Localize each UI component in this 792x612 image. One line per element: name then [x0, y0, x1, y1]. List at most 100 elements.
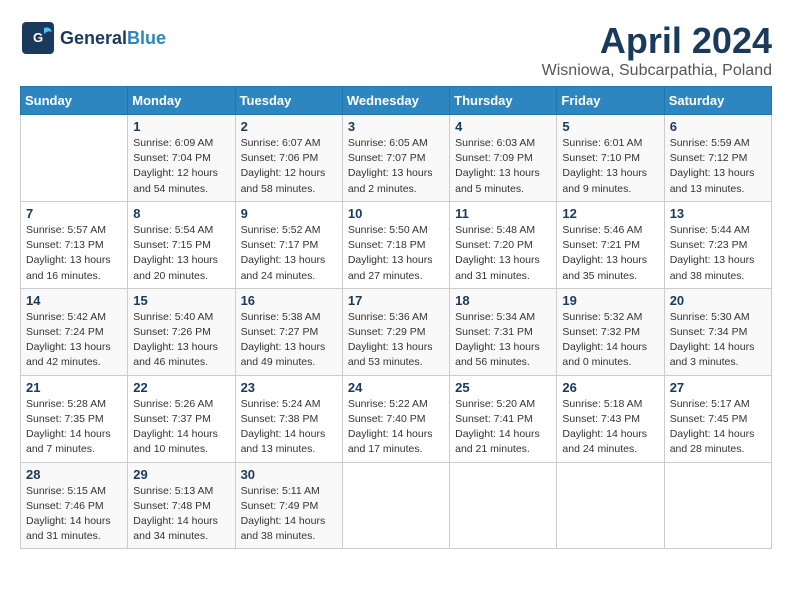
calendar-cell: 23Sunrise: 5:24 AMSunset: 7:38 PMDayligh…: [235, 375, 342, 462]
week-row-2: 7 Sunrise: 5:57 AMSunset: 7:13 PMDaylight…: [21, 201, 772, 288]
calendar-cell: 1 Sunrise: 6:09 AMSunset: 7:04 PMDaylight…: [128, 115, 235, 202]
day-number: 5: [562, 119, 658, 134]
day-number: 11: [455, 206, 551, 221]
calendar-cell: [557, 462, 664, 549]
day-info: Sunrise: 5:54 AMSunset: 7:15 PMDaylight:…: [133, 223, 229, 284]
day-number: 6: [670, 119, 766, 134]
calendar-cell: 30 Sunrise: 5:11 AMSunset: 7:49 PMDayligh…: [235, 462, 342, 549]
calendar-cell: [450, 462, 557, 549]
day-number: 15: [133, 293, 229, 308]
calendar-cell: 15 Sunrise: 5:40 AMSunset: 7:26 PMDayligh…: [128, 288, 235, 375]
calendar-cell: [21, 115, 128, 202]
day-number: 2: [241, 119, 337, 134]
day-info: Sunrise: 5:15 AMSunset: 7:46 PMDaylight:…: [26, 484, 122, 545]
calendar-cell: 27 Sunrise: 5:17 AMSunset: 7:45 PMDayligh…: [664, 375, 771, 462]
calendar-cell: 18 Sunrise: 5:34 AMSunset: 7:31 PMDayligh…: [450, 288, 557, 375]
calendar-cell: 17Sunrise: 5:36 AMSunset: 7:29 PMDayligh…: [342, 288, 449, 375]
day-number: 29: [133, 467, 229, 482]
logo: G GeneralBlue: [20, 20, 166, 56]
calendar-cell: 12 Sunrise: 5:46 AMSunset: 7:21 PMDayligh…: [557, 201, 664, 288]
day-info: Sunrise: 5:52 AMSunset: 7:17 PMDaylight:…: [241, 223, 337, 284]
day-number: 24: [348, 380, 444, 395]
day-info: Sunrise: 6:03 AMSunset: 7:09 PMDaylight:…: [455, 136, 551, 197]
day-info: Sunrise: 5:34 AMSunset: 7:31 PMDaylight:…: [455, 310, 551, 371]
day-number: 14: [26, 293, 122, 308]
day-number: 22: [133, 380, 229, 395]
location: Wisniowa, Subcarpathia, Poland: [542, 62, 772, 80]
week-row-5: 28 Sunrise: 5:15 AMSunset: 7:46 PMDayligh…: [21, 462, 772, 549]
day-number: 27: [670, 380, 766, 395]
column-header-thursday: Thursday: [450, 87, 557, 115]
column-header-tuesday: Tuesday: [235, 87, 342, 115]
title-block: April 2024 Wisniowa, Subcarpathia, Polan…: [542, 20, 772, 80]
day-info: Sunrise: 5:26 AMSunset: 7:37 PMDaylight:…: [133, 397, 229, 458]
day-info: Sunrise: 5:22 AMSunset: 7:40 PMDaylight:…: [348, 397, 444, 458]
day-info: Sunrise: 5:11 AMSunset: 7:49 PMDaylight:…: [241, 484, 337, 545]
calendar-cell: 13Sunrise: 5:44 AMSunset: 7:23 PMDayligh…: [664, 201, 771, 288]
day-number: 17: [348, 293, 444, 308]
calendar-cell: 8 Sunrise: 5:54 AMSunset: 7:15 PMDaylight…: [128, 201, 235, 288]
day-number: 1: [133, 119, 229, 134]
day-info: Sunrise: 5:38 AMSunset: 7:27 PMDaylight:…: [241, 310, 337, 371]
column-header-friday: Friday: [557, 87, 664, 115]
calendar-cell: 11 Sunrise: 5:48 AMSunset: 7:20 PMDayligh…: [450, 201, 557, 288]
day-number: 23: [241, 380, 337, 395]
page-header: G GeneralBlue April 2024 Wisniowa, Subca…: [20, 20, 772, 80]
day-info: Sunrise: 6:05 AMSunset: 7:07 PMDaylight:…: [348, 136, 444, 197]
day-info: Sunrise: 6:07 AMSunset: 7:06 PMDaylight:…: [241, 136, 337, 197]
day-info: Sunrise: 5:17 AMSunset: 7:45 PMDaylight:…: [670, 397, 766, 458]
calendar-cell: 20Sunrise: 5:30 AMSunset: 7:34 PMDayligh…: [664, 288, 771, 375]
day-number: 9: [241, 206, 337, 221]
calendar-cell: 4Sunrise: 6:03 AMSunset: 7:09 PMDaylight…: [450, 115, 557, 202]
day-info: Sunrise: 6:01 AMSunset: 7:10 PMDaylight:…: [562, 136, 658, 197]
day-number: 18: [455, 293, 551, 308]
calendar-cell: 14 Sunrise: 5:42 AMSunset: 7:24 PMDayligh…: [21, 288, 128, 375]
day-info: Sunrise: 5:40 AMSunset: 7:26 PMDaylight:…: [133, 310, 229, 371]
column-header-sunday: Sunday: [21, 87, 128, 115]
column-header-saturday: Saturday: [664, 87, 771, 115]
day-number: 26: [562, 380, 658, 395]
calendar-cell: 29 Sunrise: 5:13 AMSunset: 7:48 PMDayligh…: [128, 462, 235, 549]
day-info: Sunrise: 5:18 AMSunset: 7:43 PMDaylight:…: [562, 397, 658, 458]
day-info: Sunrise: 5:13 AMSunset: 7:48 PMDaylight:…: [133, 484, 229, 545]
logo-text: GeneralBlue: [60, 28, 166, 49]
day-info: Sunrise: 5:48 AMSunset: 7:20 PMDaylight:…: [455, 223, 551, 284]
calendar-cell: 24 Sunrise: 5:22 AMSunset: 7:40 PMDayligh…: [342, 375, 449, 462]
calendar-cell: 16 Sunrise: 5:38 AMSunset: 7:27 PMDayligh…: [235, 288, 342, 375]
day-info: Sunrise: 6:09 AMSunset: 7:04 PMDaylight:…: [133, 136, 229, 197]
week-row-3: 14 Sunrise: 5:42 AMSunset: 7:24 PMDayligh…: [21, 288, 772, 375]
calendar-cell: 19Sunrise: 5:32 AMSunset: 7:32 PMDayligh…: [557, 288, 664, 375]
svg-text:G: G: [33, 30, 43, 45]
day-number: 28: [26, 467, 122, 482]
day-info: Sunrise: 5:57 AMSunset: 7:13 PMDaylight:…: [26, 223, 122, 284]
day-info: Sunrise: 5:59 AMSunset: 7:12 PMDaylight:…: [670, 136, 766, 197]
calendar-cell: 28 Sunrise: 5:15 AMSunset: 7:46 PMDayligh…: [21, 462, 128, 549]
day-number: 7: [26, 206, 122, 221]
day-number: 12: [562, 206, 658, 221]
day-number: 30: [241, 467, 337, 482]
column-header-wednesday: Wednesday: [342, 87, 449, 115]
calendar-cell: 3Sunrise: 6:05 AMSunset: 7:07 PMDaylight…: [342, 115, 449, 202]
day-number: 16: [241, 293, 337, 308]
calendar-cell: 7 Sunrise: 5:57 AMSunset: 7:13 PMDaylight…: [21, 201, 128, 288]
day-number: 8: [133, 206, 229, 221]
month-title: April 2024: [542, 20, 772, 62]
calendar-cell: [342, 462, 449, 549]
calendar-cell: 25 Sunrise: 5:20 AMSunset: 7:41 PMDayligh…: [450, 375, 557, 462]
calendar-cell: [664, 462, 771, 549]
calendar-cell: 5 Sunrise: 6:01 AMSunset: 7:10 PMDaylight…: [557, 115, 664, 202]
day-number: 19: [562, 293, 658, 308]
day-number: 10: [348, 206, 444, 221]
week-row-1: 1 Sunrise: 6:09 AMSunset: 7:04 PMDaylight…: [21, 115, 772, 202]
calendar-table: SundayMondayTuesdayWednesdayThursdayFrid…: [20, 86, 772, 549]
calendar-cell: 22 Sunrise: 5:26 AMSunset: 7:37 PMDayligh…: [128, 375, 235, 462]
day-info: Sunrise: 5:46 AMSunset: 7:21 PMDaylight:…: [562, 223, 658, 284]
day-number: 25: [455, 380, 551, 395]
day-info: Sunrise: 5:42 AMSunset: 7:24 PMDaylight:…: [26, 310, 122, 371]
calendar-cell: 10Sunrise: 5:50 AMSunset: 7:18 PMDayligh…: [342, 201, 449, 288]
day-info: Sunrise: 5:44 AMSunset: 7:23 PMDaylight:…: [670, 223, 766, 284]
header-row: SundayMondayTuesdayWednesdayThursdayFrid…: [21, 87, 772, 115]
day-info: Sunrise: 5:20 AMSunset: 7:41 PMDaylight:…: [455, 397, 551, 458]
day-info: Sunrise: 5:28 AMSunset: 7:35 PMDaylight:…: [26, 397, 122, 458]
week-row-4: 21Sunrise: 5:28 AMSunset: 7:35 PMDayligh…: [21, 375, 772, 462]
